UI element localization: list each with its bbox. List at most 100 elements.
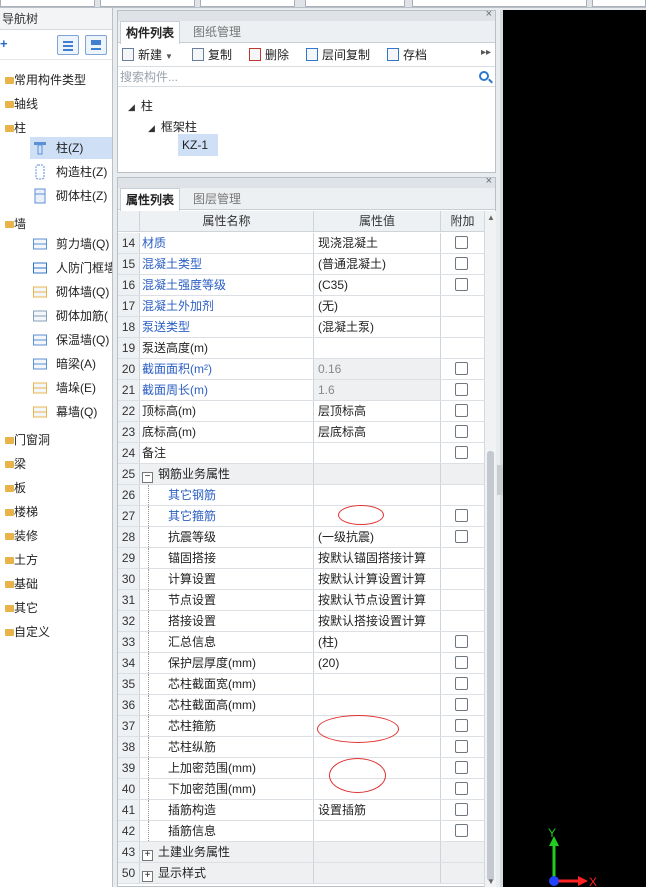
table-row[interactable]: 14 材质 现浇混凝土 [118,233,484,254]
delete-button[interactable]: 删除 [249,46,289,64]
add-checkbox[interactable] [455,761,468,774]
nav-group-7[interactable]: 楼梯 [5,501,38,523]
property-value[interactable] [314,338,441,358]
nav-group-9[interactable]: 土方 [5,549,38,571]
nav-group-12[interactable]: 自定义 [5,621,50,643]
floor-select[interactable] [0,0,95,7]
table-row[interactable]: 32 搭接设置 按默认搭接设置计算 [118,611,484,632]
drawing-viewport[interactable]: Y X [497,10,646,887]
property-value[interactable] [314,464,441,484]
table-row[interactable]: 43 + 土建业务属性 [118,842,484,863]
nav-group-1[interactable]: 轴线 [5,93,38,115]
scroll-thumb[interactable] [487,451,494,881]
scroll-up-icon[interactable]: ▲ [487,213,495,222]
add-checkbox[interactable] [455,719,468,732]
add-checkbox[interactable] [455,383,468,396]
table-row[interactable]: 33 汇总信息 (柱) [118,632,484,653]
add-checkbox[interactable] [455,740,468,753]
property-value[interactable]: 层顶标高 [314,401,441,421]
add-checkbox[interactable] [455,530,468,543]
table-row[interactable]: 16 混凝土强度等级 (C35) [118,275,484,296]
tree-node-kz1[interactable]: KZ-1 [178,134,218,156]
table-row[interactable]: 26 其它钢筋 [118,485,484,506]
add-checkbox[interactable] [455,782,468,795]
panel-view-icon[interactable] [85,35,107,55]
nav-group-10[interactable]: 基础 [5,573,38,595]
table-row[interactable]: 34 保护层厚度(mm) (20) [118,653,484,674]
property-value[interactable]: (普通混凝土) [314,254,441,274]
property-value[interactable]: 按默认搭接设置计算 [314,611,441,631]
property-value[interactable]: 现浇混凝土 [314,233,441,253]
tab-drawing-management[interactable]: 图纸管理 [188,21,246,43]
nav-group-2[interactable]: 柱 [5,117,26,139]
close-icon[interactable]: × [486,8,492,20]
search-icon[interactable] [479,71,489,81]
nav-group-11[interactable]: 其它 [5,597,38,619]
table-row[interactable]: 35 芯柱截面宽(mm) [118,674,484,695]
property-value[interactable] [314,863,441,883]
mode-select[interactable] [592,0,646,7]
tree-node-frame-column[interactable]: ◢ 框架柱 [148,118,197,135]
add-checkbox[interactable] [455,257,468,270]
add-checkbox[interactable] [455,677,468,690]
type-select[interactable] [100,0,195,7]
table-row[interactable]: 41 插筋构造 设置插筋 [118,800,484,821]
table-row[interactable]: 28 抗震等级 (一级抗震) [118,527,484,548]
property-value[interactable] [314,695,441,715]
nav-group-8[interactable]: 装修 [5,525,38,547]
property-value[interactable]: (无) [314,296,441,316]
property-value[interactable] [314,485,441,505]
table-row[interactable]: 42 插筋信息 [118,821,484,842]
table-row[interactable]: 27 其它箍筋 [118,506,484,527]
list-view-icon[interactable] [57,35,79,55]
nav-group-6[interactable]: 板 [5,477,26,499]
property-value[interactable]: (柱) [314,632,441,652]
add-checkbox[interactable] [455,635,468,648]
add-checkbox[interactable] [455,824,468,837]
table-row[interactable]: 39 上加密范围(mm) [118,758,484,779]
property-value[interactable]: 层底标高 [314,422,441,442]
table-row[interactable]: 18 泵送类型 (混凝土泵) [118,317,484,338]
property-value[interactable]: (C35) [314,275,441,295]
property-value[interactable]: 设置插筋 [314,800,441,820]
property-value[interactable]: 按默认锚固搭接计算 [314,548,441,568]
property-value[interactable]: (20) [314,653,441,673]
nav-group-4[interactable]: 门窗洞 [5,429,50,451]
add-checkbox[interactable] [455,446,468,459]
table-row[interactable]: 50 + 显示样式 [118,863,484,884]
table-row[interactable]: 25− 钢筋业务属性 [118,464,484,485]
table-row[interactable]: 15 混凝土类型 (普通混凝土) [118,254,484,275]
table-row[interactable]: 38 芯柱纵筋 [118,737,484,758]
tab-layer-management[interactable]: 图层管理 [188,188,246,210]
table-row[interactable]: 19 泵送高度(m) [118,338,484,359]
nav-group-0[interactable]: 常用构件类型 [5,69,86,91]
property-value[interactable]: 按默认计算设置计算 [314,569,441,589]
property-value[interactable]: 按默认节点设置计算 [314,590,441,610]
add-checkbox[interactable] [455,698,468,711]
collapse-icon[interactable]: ◢ [148,123,155,133]
floor-copy-button[interactable]: 层间复制 [306,46,370,64]
tree-node-column[interactable]: ◢ 柱 [128,97,153,114]
new-button[interactable]: 新建 ▼ [122,46,173,64]
table-row[interactable]: 20 截面面积(m²) 0.16 [118,359,484,380]
collapse-icon[interactable]: − [142,472,153,483]
table-row[interactable]: 29 锚固搭接 按默认锚固搭接计算 [118,548,484,569]
add-checkbox[interactable] [455,509,468,522]
more-icon[interactable]: ▸▸ [481,47,491,58]
chevron-down-icon[interactable]: ▼ [165,52,173,61]
property-value[interactable] [314,821,441,841]
archive-button[interactable]: 存档 [387,46,427,64]
scroll-down-icon[interactable]: ▼ [487,877,495,886]
add-checkbox[interactable] [455,803,468,816]
table-row[interactable]: 31 节点设置 按默认节点设置计算 [118,590,484,611]
option-field[interactable] [412,0,587,7]
viewport-splitter[interactable] [500,10,503,887]
component-select[interactable] [305,0,405,7]
nav-group-5[interactable]: 梁 [5,453,26,475]
search-input[interactable] [120,68,470,86]
table-row[interactable]: 22 顶标高(m) 层顶标高 [118,401,484,422]
table-row[interactable]: 24 备注 [118,443,484,464]
nav-item-column-0[interactable]: 柱(Z) [30,137,112,159]
table-row[interactable]: 21 截面周长(m) 1.6 [118,380,484,401]
nav-group-3[interactable]: 墙 [5,213,26,235]
